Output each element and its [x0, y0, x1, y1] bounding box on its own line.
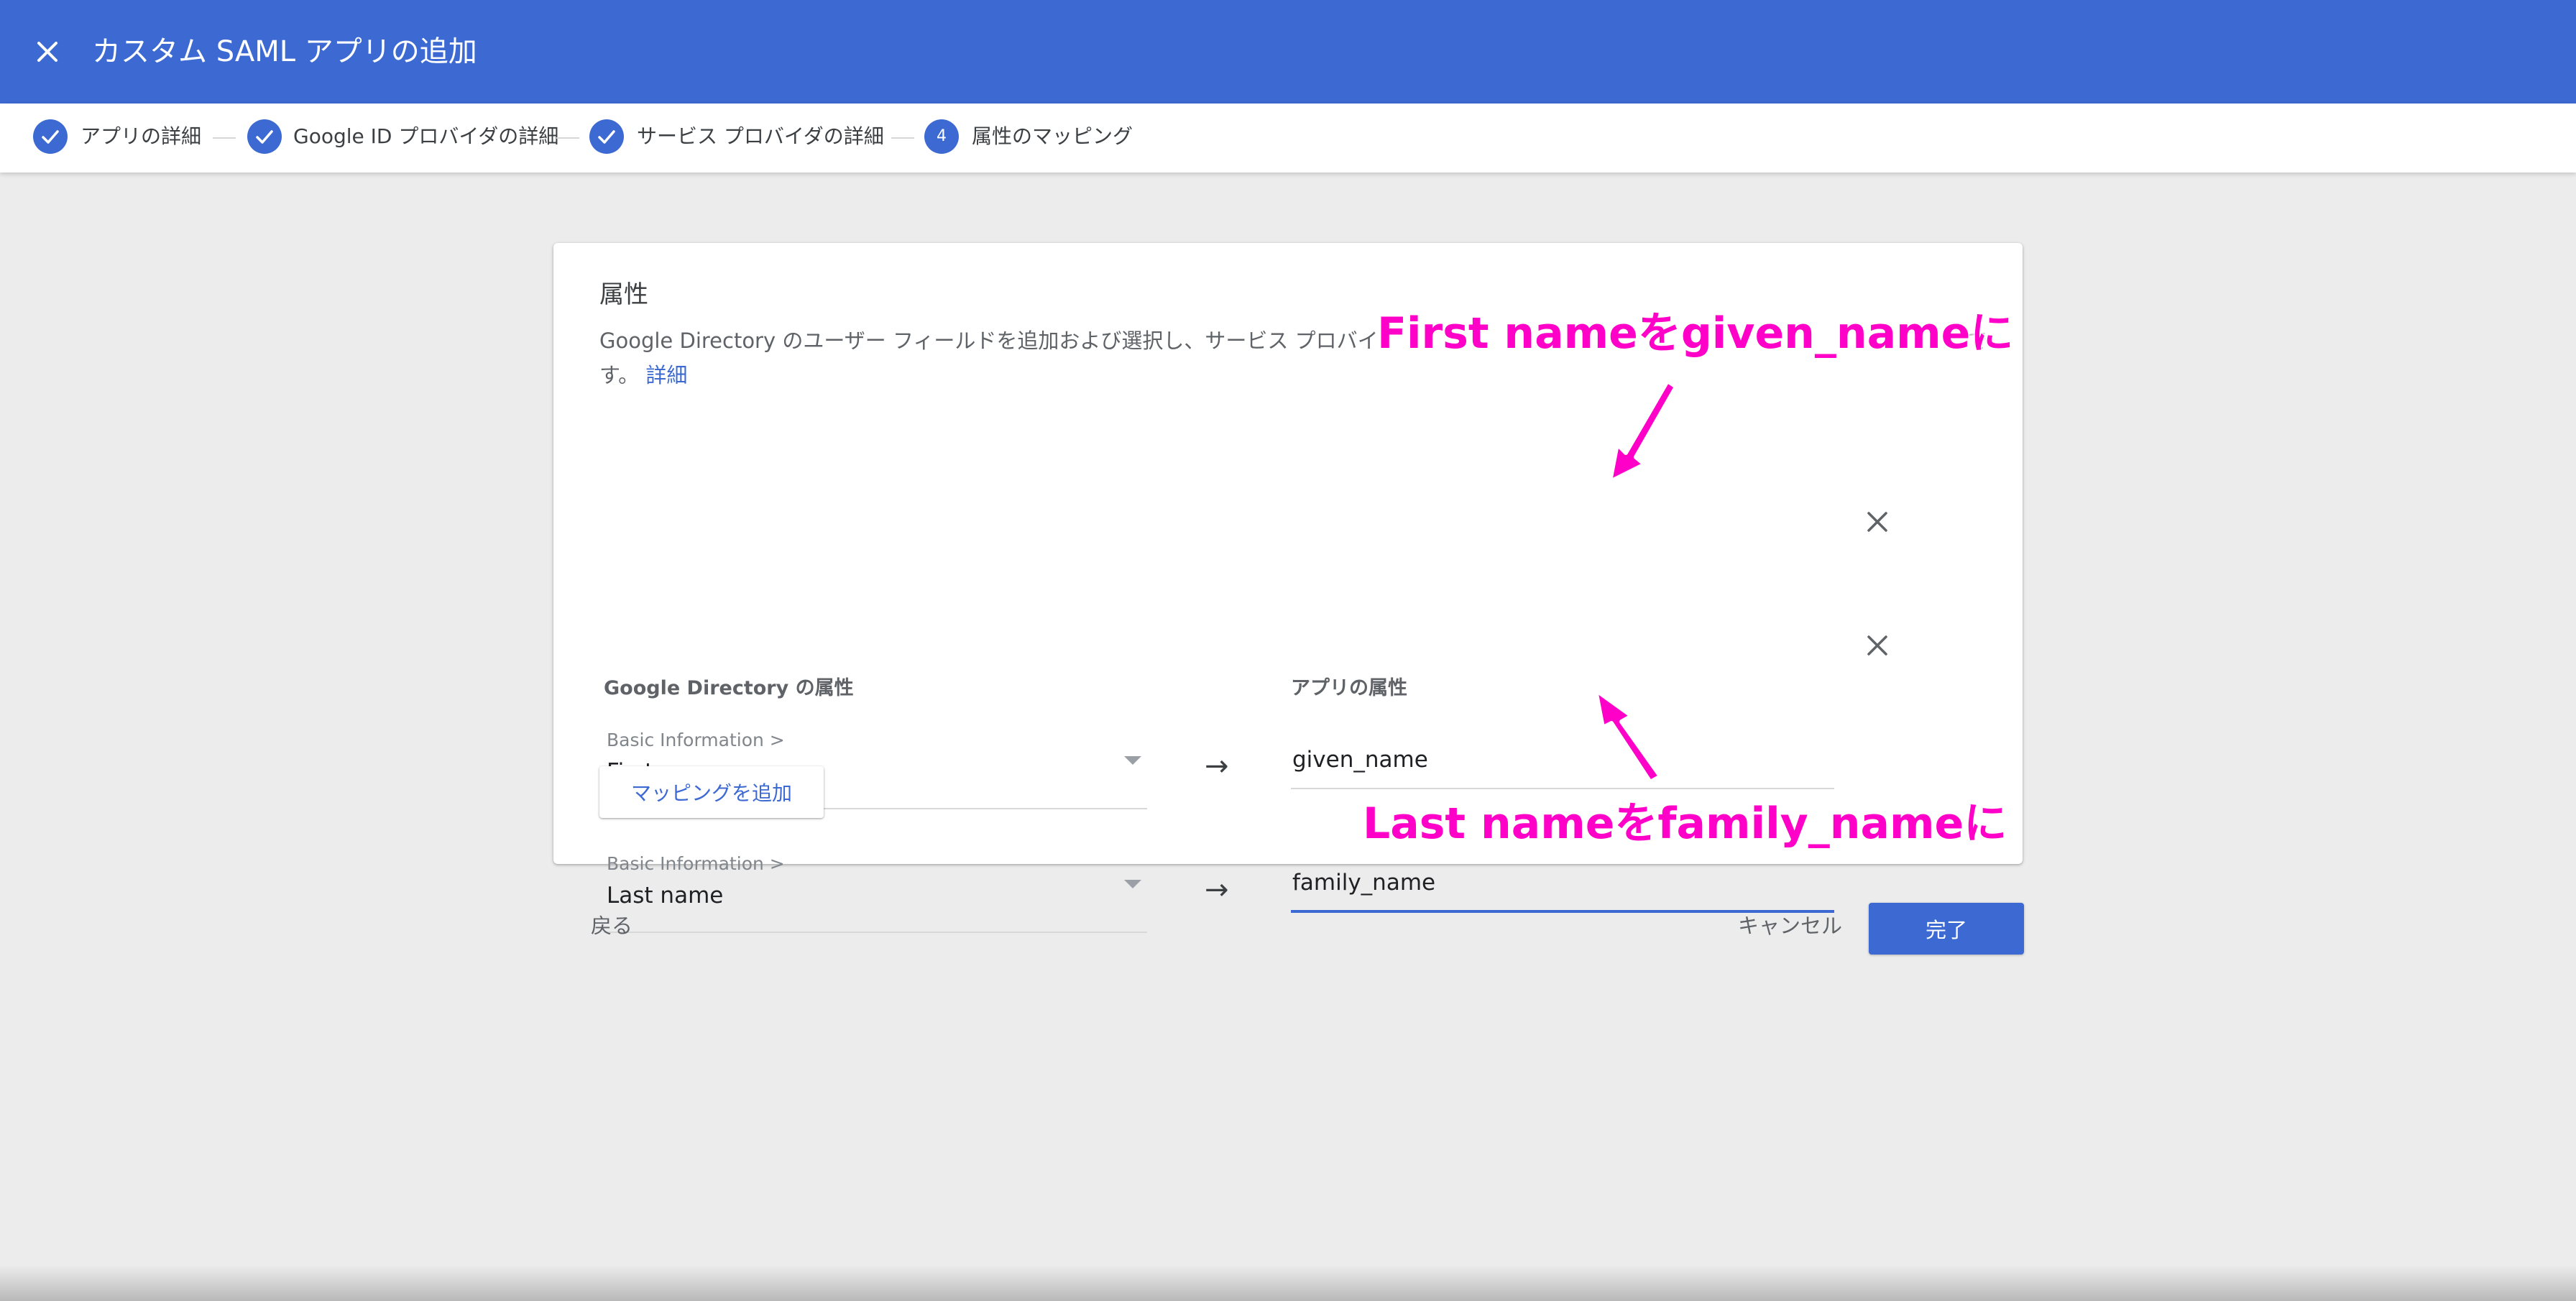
app-attribute-column-header: アプリの属性	[1291, 677, 1407, 699]
mapping-arrow-icon: →	[1205, 750, 1229, 783]
check-icon	[42, 130, 59, 144]
annotation-arrow-icon	[1593, 688, 1662, 784]
done-button[interactable]: 完了	[1869, 903, 2024, 955]
step-1-complete-marker	[33, 119, 68, 154]
google-directory-column-header: Google Directory の属性	[604, 677, 854, 699]
back-button[interactable]: 戻る	[591, 909, 632, 943]
step-1-label[interactable]: アプリの詳細	[80, 122, 201, 151]
step-3-label[interactable]: サービス プロバイダの詳細	[637, 122, 884, 151]
step-connector	[891, 137, 914, 139]
cancel-button[interactable]: キャンセル	[1738, 909, 1842, 943]
card-title: 属性	[599, 280, 648, 309]
add-mapping-button[interactable]: マッピングを追加	[599, 766, 824, 818]
description-text-2: す。	[599, 363, 640, 387]
bottom-shadow	[0, 1265, 2576, 1301]
step-3-complete-marker	[589, 119, 624, 154]
step-number: 4	[937, 127, 947, 145]
annotation-last-name: Last nameをfamily_nameに	[1363, 799, 2007, 849]
annotation-arrow-icon	[1608, 379, 1678, 484]
close-icon[interactable]	[29, 33, 66, 70]
step-4-current-marker: 4	[924, 119, 959, 154]
step-2-complete-marker	[247, 119, 282, 154]
page-title: カスタム SAML アプリの追加	[92, 35, 477, 68]
select-category: Basic Information >	[607, 853, 785, 874]
close-icon[interactable]	[1863, 631, 1892, 660]
step-2-label[interactable]: Google ID プロバイダの詳細	[293, 122, 558, 151]
mapping-arrow-icon: →	[1205, 873, 1229, 906]
detail-link[interactable]: 詳細	[645, 363, 687, 387]
step-connector	[213, 137, 236, 139]
step-connector	[556, 137, 579, 139]
description-line-2: す。 詳細	[599, 358, 2023, 392]
app-attribute-input-1[interactable]	[1291, 732, 1834, 789]
dropdown-caret-icon	[1124, 880, 1141, 888]
annotation-first-name: First nameをgiven_nameに	[1377, 308, 2014, 359]
select-category: Basic Information >	[607, 730, 785, 750]
description-text-1: Google Directory のユーザー フィールドを追加および選択し、サー…	[599, 328, 1379, 353]
check-icon	[598, 130, 615, 144]
select-value: Last name	[607, 883, 724, 909]
top-app-bar: カスタム SAML アプリの追加	[0, 0, 2576, 104]
dropdown-caret-icon	[1124, 756, 1141, 765]
stepper: アプリの詳細 Google ID プロバイダの詳細 サービス プロバイダの詳細 …	[0, 104, 2576, 173]
close-icon[interactable]	[1863, 507, 1892, 536]
step-4-label: 属性のマッピング	[972, 124, 1133, 148]
check-icon	[256, 130, 273, 144]
app-attribute-input-2[interactable]	[1291, 855, 1834, 913]
directory-field-select-2[interactable]: Basic Information > Last name	[604, 851, 1147, 933]
